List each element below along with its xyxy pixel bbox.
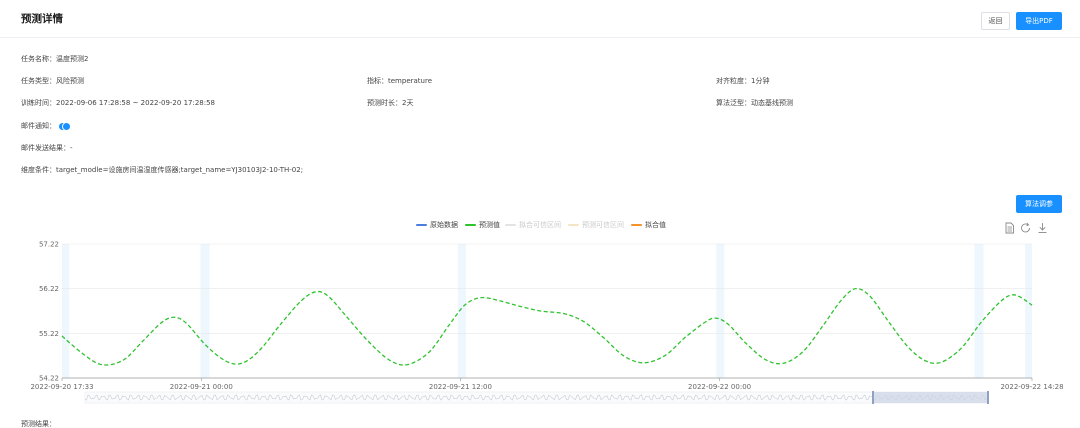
slider-track (84, 391, 989, 404)
legend-label: 原始数据 (430, 221, 458, 229)
predict-length-row: 预测时长：2天 (367, 98, 413, 108)
dimension-value: target_modle=设施房间温湿度传感器;target_name=YJ30… (56, 166, 304, 174)
document-icon[interactable] (1004, 222, 1015, 234)
page-title: 预测详情 (21, 13, 63, 25)
toggle-knob (62, 121, 72, 131)
slider-handle-right (987, 391, 989, 404)
interval-band (1025, 244, 1032, 378)
interval-band (200, 244, 210, 378)
forecast-chart: 57.22 56.22 55.22 54.22 2022-09-20 17:33 202… (30, 241, 1064, 404)
email-notify-toggle[interactable] (59, 121, 72, 131)
email-notify-row: 邮件通知： (21, 121, 72, 131)
legend-item-raw[interactable]: 原始数据 (416, 220, 458, 230)
download-icon[interactable] (1037, 222, 1048, 234)
chart-legend: 原始数据 预测值 拟合可信区间 预测可信区间 拟合值 (0, 220, 1080, 232)
predict-length-value: 2天 (402, 99, 414, 107)
task-name-value: 温度预测2 (56, 55, 89, 63)
algorithm-tune-button[interactable]: 算法调参 (1016, 195, 1062, 213)
email-result-label: 邮件发送结果： (21, 144, 70, 152)
email-result-row: 邮件发送结果：- (21, 143, 73, 153)
align-value: 1分钟 (751, 77, 770, 85)
legend-swatch (568, 224, 579, 226)
page-header: 预测详情 返回 导出PDF (0, 0, 1080, 38)
dimension-label: 维度条件： (21, 166, 56, 174)
y-tick-label: 54.22 (39, 375, 59, 383)
align-row: 对齐粒度：1分钟 (716, 76, 769, 86)
email-result-value: - (70, 144, 73, 152)
y-tick-label: 56.22 (39, 285, 59, 293)
legend-item-predicted[interactable]: 预测值 (465, 220, 500, 230)
algorithm-row: 算法泛型：动态基线预测 (716, 98, 793, 108)
dimension-row: 维度条件：target_modle=设施房间温湿度传感器;target_name… (21, 165, 303, 175)
train-time-value: 2022-09-06 17:28:58 ~ 2022-09-20 17:28:5… (56, 99, 216, 107)
export-pdf-button[interactable]: 导出PDF (1016, 12, 1062, 30)
y-tick-label: 57.22 (39, 241, 59, 249)
legend-swatch (465, 224, 476, 226)
metric-label: 指标： (367, 77, 388, 85)
x-tick-label: 2022-09-22 00:00 (688, 383, 751, 391)
task-type-label: 任务类型： (21, 77, 56, 85)
x-tick-label: 2022-09-21 12:00 (429, 383, 492, 391)
train-time-row: 训练时间：2022-09-06 17:28:58 ~ 2022-09-20 17… (21, 98, 215, 108)
interval-band (974, 244, 984, 378)
legend-item-fit[interactable]: 拟合值 (631, 220, 666, 230)
legend-label: 预测可信区间 (582, 221, 624, 229)
metric-row: 指标：temperature (367, 76, 432, 86)
task-type-value: 风险预测 (56, 77, 84, 85)
task-type-row: 任务类型：风险预测 (21, 76, 84, 86)
slider-selection (873, 392, 988, 403)
prediction-result-label: 预测结果： (21, 420, 56, 428)
x-tick-label: 2022-09-20 17:33 (30, 383, 93, 391)
legend-swatch (416, 224, 427, 226)
x-tick-label: 2022-09-21 00:00 (170, 383, 233, 391)
algorithm-value: 动态基线预测 (751, 99, 793, 107)
email-notify-label: 邮件通知： (21, 122, 56, 130)
legend-swatch (631, 224, 642, 226)
task-name-label: 任务名称： (21, 55, 56, 63)
back-button[interactable]: 返回 (981, 12, 1010, 30)
train-time-label: 训练时间： (21, 99, 56, 107)
algorithm-label: 算法泛型： (716, 99, 751, 107)
legend-item-fit-interval[interactable]: 拟合可信区间 (505, 220, 561, 230)
interval-band (716, 244, 725, 378)
refresh-icon[interactable] (1020, 222, 1031, 234)
slider-handle-left (872, 391, 874, 404)
predict-length-label: 预测时长： (367, 99, 402, 107)
metric-value: temperature (388, 77, 432, 85)
x-tick-label: 2022-09-22 14:28 (1000, 383, 1063, 391)
legend-label: 预测值 (479, 221, 500, 229)
interval-band (62, 244, 70, 378)
legend-label: 拟合可信区间 (519, 221, 561, 229)
legend-swatch (505, 224, 516, 226)
legend-item-predict-interval[interactable]: 预测可信区间 (568, 220, 624, 230)
legend-label: 拟合值 (645, 221, 666, 229)
align-label: 对齐粒度： (716, 77, 751, 85)
y-tick-label: 55.22 (39, 330, 59, 338)
zoom-slider[interactable] (84, 391, 989, 404)
task-name-row: 任务名称：温度预测2 (21, 54, 88, 64)
